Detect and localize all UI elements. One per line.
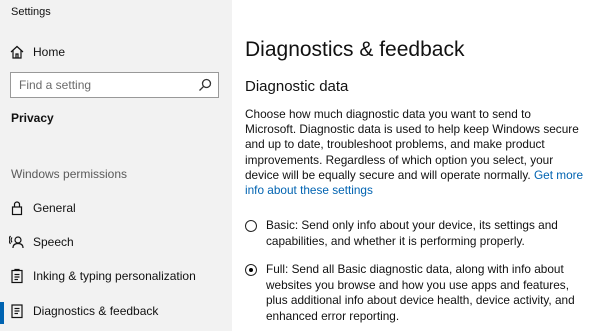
description-paragraph: Choose how much diagnostic data you want… xyxy=(245,107,585,198)
full-option-label: Full: Send all Basic diagnostic data, al… xyxy=(266,262,575,323)
sidebar-item-label: Home xyxy=(33,45,66,59)
page-title: Diagnostics & feedback xyxy=(245,38,465,61)
sidebar-item-label: Speech xyxy=(33,235,74,249)
sidebar-item-diagnostics-feedback[interactable]: Diagnostics & feedback xyxy=(0,299,232,325)
speech-icon xyxy=(9,234,25,250)
sidebar-item-general[interactable]: General xyxy=(0,196,232,222)
sidebar-group-header: Windows permissions xyxy=(11,167,128,181)
sidebar-item-label: General xyxy=(33,201,76,215)
sidebar-item-label: Inking & typing personalization xyxy=(33,269,196,283)
search-input[interactable]: Find a setting xyxy=(10,72,219,98)
clipboard-icon xyxy=(9,268,25,284)
full-radio[interactable] xyxy=(245,264,257,276)
basic-radio[interactable] xyxy=(245,220,257,232)
main-content: Diagnostics & feedback Diagnostic data C… xyxy=(232,0,600,331)
search-placeholder: Find a setting xyxy=(19,78,92,92)
feedback-icon xyxy=(9,303,25,319)
sidebar-section-title: Privacy xyxy=(11,111,54,125)
sidebar-item-label: Diagnostics & feedback xyxy=(33,304,159,318)
sidebar: Settings Home Find a setting Privacy Win… xyxy=(0,0,232,331)
sidebar-item-home[interactable]: Home xyxy=(0,40,232,66)
search-icon[interactable] xyxy=(198,78,212,92)
sidebar-item-speech[interactable]: Speech xyxy=(0,230,232,256)
window-title: Settings xyxy=(11,6,51,18)
lock-icon xyxy=(9,200,25,216)
basic-option-label: Basic: Send only info about your device,… xyxy=(266,218,558,248)
section-title: Diagnostic data xyxy=(245,78,349,95)
description-text: Choose how much diagnostic data you want… xyxy=(245,107,579,182)
sidebar-item-inking-typing[interactable]: Inking & typing personalization xyxy=(0,264,232,290)
home-icon xyxy=(9,44,25,60)
